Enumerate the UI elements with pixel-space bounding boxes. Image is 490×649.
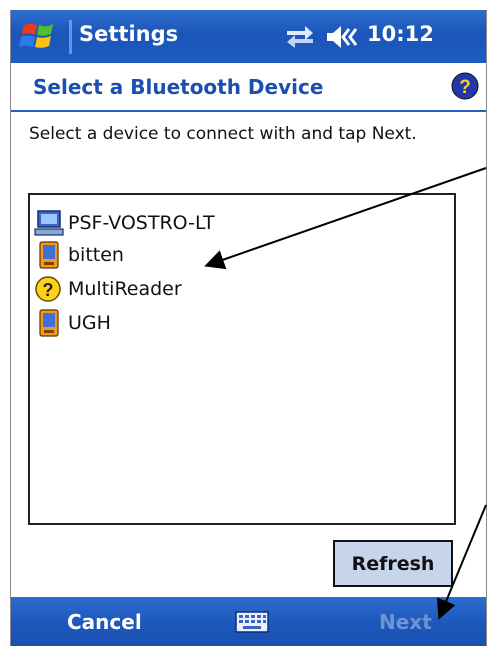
instruction-text: Select a device to connect with and tap … [29,124,417,144]
list-item-bitten[interactable]: bitten [34,239,124,271]
device-label: MultiReader [68,278,182,300]
device-list[interactable]: PSF-VOSTRO-LT bitten ? MultiReader UGH [28,193,456,525]
title-separator [69,20,72,54]
windows-start-icon[interactable] [19,18,63,54]
app-title: Settings [79,22,179,46]
device-label: UGH [68,312,111,334]
svg-text:?: ? [43,280,54,300]
device-label: PSF-VOSTRO-LT [68,212,215,234]
next-button[interactable]: Next [379,610,432,634]
unknown-device-icon: ? [35,276,61,302]
pda-icon [39,309,59,337]
help-icon[interactable]: ? [451,72,479,100]
title-bar: Settings 10:12 [11,10,486,63]
svg-text:?: ? [459,77,471,98]
device-label: bitten [68,244,124,266]
cancel-button[interactable]: Cancel [67,610,142,634]
list-item-ugh[interactable]: UGH [34,307,111,339]
softkey-bar: Cancel Next [11,597,486,646]
keyboard-icon[interactable] [235,611,269,633]
device-screen: Settings 10:12 Select a Bluetooth Device… [10,10,487,646]
refresh-button[interactable]: Refresh [333,540,453,587]
clock[interactable]: 10:12 [367,22,434,46]
pda-icon [39,241,59,269]
list-item-psf-vostro-lt[interactable]: PSF-VOSTRO-LT [34,207,215,239]
page-title: Select a Bluetooth Device [33,75,324,99]
speaker-icon[interactable] [325,24,359,50]
computer-icon [34,210,64,236]
list-item-multireader[interactable]: ? MultiReader [34,273,182,305]
page-header: Select a Bluetooth Device ? [11,63,486,112]
sync-icon[interactable] [285,24,315,48]
